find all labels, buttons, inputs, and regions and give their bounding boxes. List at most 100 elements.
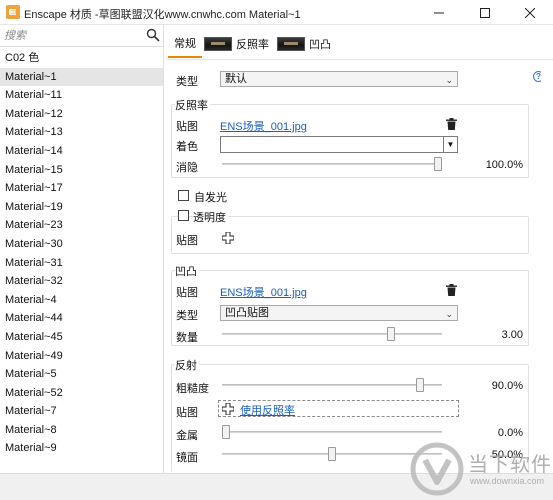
albedo-title: 反照率 bbox=[175, 97, 210, 113]
material-list-item[interactable]: Material~44 bbox=[0, 309, 163, 328]
material-list-item[interactable]: Material~13 bbox=[0, 123, 163, 142]
material-list-item[interactable]: C02 色 bbox=[0, 49, 163, 68]
tab-reflectivity-label: 反照率 bbox=[236, 39, 269, 51]
material-list-item[interactable]: Material~1 bbox=[0, 67, 163, 87]
material-list-item[interactable]: Material~12 bbox=[0, 105, 163, 124]
albedo-texture-label: 贴图 bbox=[176, 121, 198, 133]
tint-label: 着色 bbox=[176, 141, 198, 153]
chevron-down-icon: ⌄ bbox=[445, 75, 453, 85]
search-icon[interactable] bbox=[146, 28, 160, 42]
roughness-value: 90.0% bbox=[491, 380, 523, 392]
material-list-item[interactable]: Material~49 bbox=[0, 347, 163, 366]
roughness-slider[interactable] bbox=[222, 378, 442, 392]
fade-slider[interactable] bbox=[222, 157, 442, 171]
watermark-url: www.downxia.com bbox=[470, 476, 545, 486]
albedo-texture-link[interactable]: ENS场景_001.jpg bbox=[220, 118, 307, 134]
tint-color-picker[interactable]: ▼ bbox=[220, 136, 458, 153]
material-list-item[interactable]: Material~5 bbox=[0, 365, 163, 384]
bump-title: 凹凸 bbox=[175, 263, 199, 279]
minimize-button[interactable] bbox=[416, 0, 462, 25]
bump-trash-icon[interactable] bbox=[446, 284, 457, 296]
tint-dropdown-icon[interactable]: ▼ bbox=[443, 137, 457, 152]
metallic-slider-track bbox=[222, 431, 442, 433]
tab-general[interactable]: 常规 bbox=[168, 30, 202, 58]
bump-type-value: 凹凸贴图 bbox=[225, 307, 269, 319]
specular-slider-thumb[interactable] bbox=[328, 447, 336, 461]
specular-slider[interactable] bbox=[222, 447, 442, 461]
material-list-item[interactable]: Material~45 bbox=[0, 328, 163, 347]
watermark: 当下软件园 www.downxia.com bbox=[410, 440, 553, 498]
use-albedo-link[interactable]: 使用反照率 bbox=[240, 402, 295, 418]
tab-bump-label: 凹凸 bbox=[309, 39, 331, 51]
fade-slider-thumb[interactable] bbox=[434, 157, 442, 171]
bump-type-select[interactable]: 凹凸贴图 ⌄ bbox=[220, 305, 458, 321]
material-list: C02 色 Material~1 Material~11 Material~12 Mat… bbox=[0, 49, 163, 458]
material-list-item[interactable]: Material~15 bbox=[0, 161, 163, 180]
tab-divider bbox=[166, 59, 553, 60]
metallic-slider[interactable] bbox=[222, 425, 442, 439]
tab-reflectivity[interactable]: 反照率 bbox=[204, 30, 269, 58]
title-bar: Enscape 材质 -草图联盟汉化www.cnwhc.com Material… bbox=[0, 0, 553, 25]
fade-value: 100.0% bbox=[485, 159, 523, 171]
reflection-texture-label: 贴图 bbox=[176, 407, 198, 419]
maximize-icon bbox=[480, 7, 490, 18]
material-list-item[interactable]: Material~8 bbox=[0, 421, 163, 440]
material-list-item[interactable]: Material~31 bbox=[0, 254, 163, 273]
bump-texture-link[interactable]: ENS场景_001.jpg bbox=[220, 284, 307, 300]
transparency-label: 透明度 bbox=[193, 209, 228, 225]
material-list-item[interactable]: Material~11 bbox=[0, 86, 163, 105]
metallic-value: 0.0% bbox=[497, 427, 523, 439]
fade-slider-track bbox=[222, 163, 442, 165]
specular-label: 镜面 bbox=[176, 452, 198, 464]
material-list-item[interactable]: Material~7 bbox=[0, 402, 163, 421]
material-list-item[interactable]: Material~23 bbox=[0, 216, 163, 235]
reflection-title: 反射 bbox=[175, 357, 199, 373]
close-button[interactable] bbox=[507, 0, 553, 25]
bump-type-label: 类型 bbox=[176, 310, 198, 322]
material-list-item[interactable]: Material~19 bbox=[0, 198, 163, 217]
tab-bump[interactable]: 凹凸 bbox=[277, 30, 331, 58]
search-bar bbox=[0, 25, 164, 47]
add-transparency-texture-icon[interactable] bbox=[222, 232, 234, 244]
add-reflection-texture-icon[interactable] bbox=[222, 403, 234, 415]
material-list-item[interactable]: Material~17 bbox=[0, 179, 163, 198]
downxia-logo-icon bbox=[410, 442, 464, 496]
material-list-item[interactable]: Material~52 bbox=[0, 384, 163, 403]
bump-amount-label: 数量 bbox=[176, 332, 198, 344]
albedo-trash-icon[interactable] bbox=[446, 118, 457, 130]
material-type-value: 默认 bbox=[225, 73, 247, 85]
bump-amount-slider-thumb[interactable] bbox=[387, 327, 396, 341]
minimize-icon bbox=[434, 12, 444, 13]
material-list-item[interactable]: Material~4 bbox=[0, 291, 163, 310]
material-type-select[interactable]: 默认 ⌄ bbox=[220, 71, 458, 87]
transparency-checkbox[interactable] bbox=[178, 210, 189, 221]
material-list-panel: C02 色Material~1Material~11Material~12Mat… bbox=[0, 25, 164, 473]
bump-amount-slider[interactable] bbox=[222, 327, 442, 341]
roughness-slider-track bbox=[222, 384, 442, 386]
bump-texture-thumbnail bbox=[277, 37, 305, 51]
tab-general-label: 常规 bbox=[174, 38, 196, 50]
material-list-item[interactable]: Material~14 bbox=[0, 142, 163, 161]
type-label: 类型 bbox=[176, 76, 198, 88]
roughness-slider-thumb[interactable] bbox=[416, 378, 424, 392]
enscape-app-icon bbox=[6, 5, 20, 19]
bump-amount-value: 3.00 bbox=[501, 329, 523, 341]
close-icon bbox=[525, 7, 535, 18]
watermark-text: 当下软件园 bbox=[468, 452, 553, 476]
self-illumination-checkbox[interactable] bbox=[178, 190, 189, 201]
vertical-scrollbar[interactable] bbox=[541, 60, 553, 473]
reflectivity-texture-thumbnail bbox=[204, 37, 232, 51]
metallic-label: 金属 bbox=[176, 430, 198, 442]
material-list-item[interactable]: Material~30 bbox=[0, 235, 163, 254]
metallic-slider-thumb[interactable] bbox=[222, 425, 230, 439]
search-input[interactable] bbox=[4, 28, 142, 44]
material-list-item[interactable]: Material~9 bbox=[0, 439, 163, 458]
bump-amount-slider-track bbox=[222, 333, 442, 335]
material-list-item[interactable]: Material~32 bbox=[0, 272, 163, 291]
fade-label: 消隐 bbox=[176, 162, 198, 174]
self-illumination-label: 自发光 bbox=[194, 192, 227, 204]
transparency-texture-label: 贴图 bbox=[176, 235, 198, 247]
maximize-button[interactable] bbox=[462, 0, 508, 25]
roughness-label: 粗糙度 bbox=[176, 383, 209, 395]
tab-bar: 常规 反照率 凹凸 bbox=[166, 30, 553, 58]
